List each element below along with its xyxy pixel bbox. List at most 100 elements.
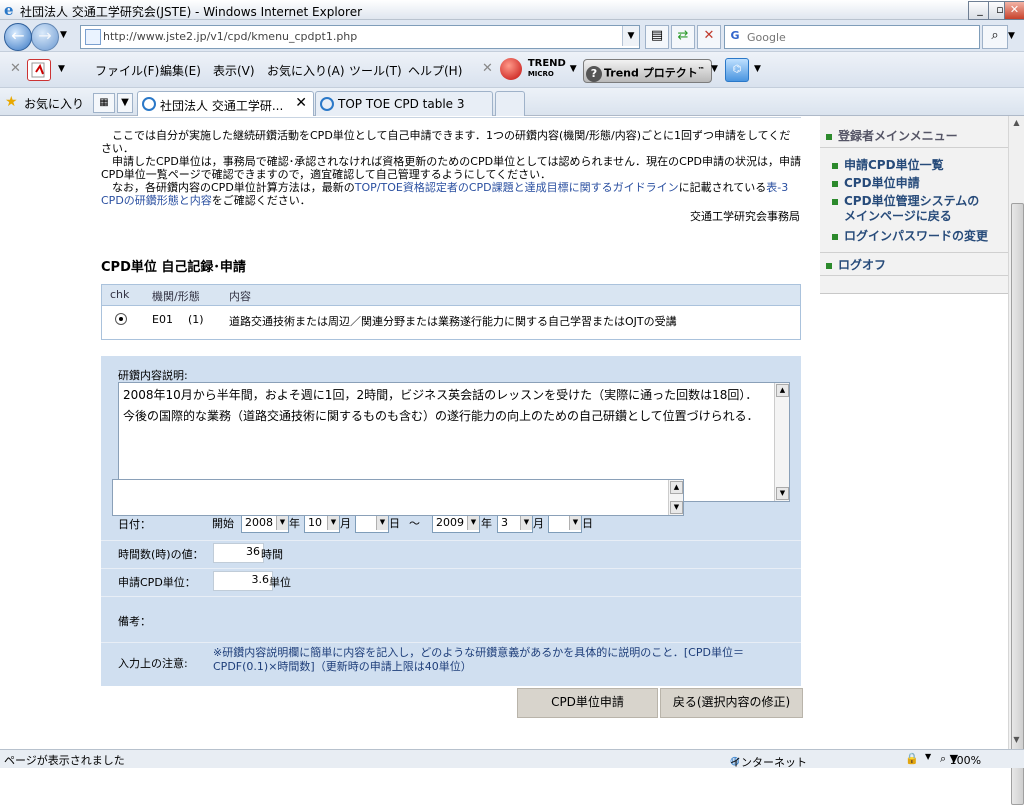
search-input[interactable] — [745, 28, 977, 46]
scroll-down-icon[interactable]: ▼ — [670, 501, 683, 514]
menu-file[interactable]: ファイル(F) — [95, 62, 159, 79]
sidebar-item-cpd-list[interactable]: 申請CPD単位一覧 — [832, 158, 944, 173]
menu-tools[interactable]: ツール(T) — [349, 62, 402, 79]
menu-favorites[interactable]: お気に入り(A) — [267, 62, 345, 79]
remarks-scrollbar[interactable]: ▲ ▼ — [668, 480, 683, 515]
start-month-select[interactable]: 10 ▼ — [304, 513, 340, 533]
units-input[interactable]: 3.6 — [213, 571, 273, 591]
close-toolbar-icon[interactable]: ✕ — [10, 61, 21, 76]
close-window-button[interactable]: ✕ — [1004, 1, 1024, 20]
start-day-unit: 日 — [389, 517, 400, 530]
desc-scrollbar[interactable]: ▲ ▼ — [774, 383, 789, 501]
end-month-select[interactable]: 3 ▼ — [497, 513, 533, 533]
magnifier-icon: ⌕ — [991, 28, 999, 43]
search-button[interactable]: ⌕ — [982, 25, 1008, 49]
back-button[interactable]: ← — [4, 23, 32, 51]
trend-protect-button[interactable]: ? Trend プロテクト™ — [583, 59, 712, 83]
section-title: CPD単位 自己記録･申請 — [101, 260, 246, 275]
logoff-link[interactable]: ログオフ — [826, 258, 886, 273]
divider — [101, 540, 801, 541]
tab-top-toe[interactable]: TOP TOE CPD table 3 — [315, 91, 493, 116]
back-to-edit-button[interactable]: 戻る(選択内容の修正) — [660, 688, 803, 718]
chevron-down-icon: ▼ — [276, 514, 288, 530]
selection-table: chk 機関/形態 内容 E01 (1) 道路交通技術または周辺／関連分野または… — [101, 284, 801, 340]
scroll-down-icon[interactable]: ▼ — [776, 487, 789, 500]
chevron-down-icon: ▼ — [327, 514, 339, 530]
pdf-icon[interactable] — [27, 59, 51, 81]
zoom-control[interactable]: ⌕ 100% ▼ — [940, 752, 981, 767]
new-tab-button[interactable] — [495, 91, 525, 116]
remarks-textarea[interactable]: ▲ ▼ — [112, 479, 684, 516]
scroll-up-icon[interactable]: ▲ — [1011, 118, 1022, 130]
divider — [101, 568, 801, 569]
start-label: 開始 — [212, 517, 234, 530]
protected-dropdown-icon[interactable]: ▼ — [925, 752, 931, 761]
quick-tabs-button[interactable]: ▦ — [93, 93, 115, 113]
sidebar-item-label: ログインパスワードの変更 — [844, 229, 989, 243]
table-header: chk 機関/形態 内容 — [102, 285, 800, 306]
menu-help[interactable]: ヘルプ(H) — [408, 62, 462, 79]
guideline-link[interactable]: TOP/TOE資格認定者のCPD課題と達成目標に関するガイドライン — [355, 181, 679, 194]
intro-text: ここでは自分が実施した継続研鑽活動をCPD単位として自己申請できます．1つの研鑽… — [101, 129, 801, 207]
back-arrow-icon: ← — [11, 26, 25, 45]
favorites-star-icon[interactable]: ★ — [5, 94, 18, 110]
menu-view[interactable]: 表示(V) — [213, 62, 255, 79]
menu-edit[interactable]: 編集(E) — [160, 62, 201, 79]
trend-micro-logo: TREND MICRO ▼ — [500, 58, 577, 82]
google-icon: G — [730, 29, 740, 42]
end-month-unit: 月 — [533, 517, 544, 530]
scroll-thumb[interactable] — [1011, 203, 1024, 805]
start-day-select[interactable]: ▼ — [355, 513, 389, 533]
close-trend-toolbar-icon[interactable]: ✕ — [482, 61, 493, 76]
favorites-bar: ★ お気に入り ▦ ▼ 社団法人 交通工学研... ✕ TOP TOE CPD … — [0, 88, 1024, 116]
square-bullet-icon — [832, 180, 838, 187]
note-text-line-2: CPDF(0.1)×時間数]（更新時の申請上限は40単位） — [213, 660, 472, 673]
pdf-dropdown-icon[interactable]: ▼ — [58, 64, 65, 74]
sidebar-item-label: CPD単位管理システムの — [844, 194, 980, 208]
scroll-up-icon[interactable]: ▲ — [776, 384, 789, 397]
wifi-dropdown-icon[interactable]: ▼ — [754, 64, 761, 74]
trend-ball-icon — [500, 58, 522, 80]
trend-protect-dropdown-icon[interactable]: ▼ — [711, 64, 718, 74]
tab-jste[interactable]: 社団法人 交通工学研... ✕ — [137, 91, 314, 116]
compatibility-view-button[interactable]: ▤ — [645, 25, 669, 49]
refresh-button[interactable]: ⇄ — [671, 25, 695, 49]
row-radio[interactable] — [115, 313, 127, 325]
wifi-icon[interactable]: ⌬ — [725, 58, 749, 82]
office-signature: 交通工学研究会事務局 — [690, 210, 800, 223]
hours-input[interactable]: 36 — [213, 543, 264, 563]
start-year-select[interactable]: 2008 ▼ — [241, 513, 289, 533]
square-bullet-icon — [832, 198, 838, 205]
cut-off-header — [101, 116, 801, 118]
sidebar-item-cpd-apply[interactable]: CPD単位申請 — [832, 176, 920, 191]
history-dropdown-icon[interactable]: ▼ — [60, 30, 67, 40]
trend-dropdown-icon[interactable]: ▼ — [570, 64, 577, 74]
search-options-icon[interactable]: ▼ — [1008, 31, 1015, 41]
scroll-down-icon[interactable]: ▼ — [1011, 735, 1022, 747]
status-message: ページが表示されました — [4, 754, 125, 767]
square-bullet-icon — [832, 162, 838, 169]
scroll-up-icon[interactable]: ▲ — [670, 481, 683, 494]
quick-tabs-icon: ▦ — [99, 97, 109, 108]
forward-button[interactable]: → — [31, 23, 59, 51]
favorites-label[interactable]: お気に入り — [24, 95, 84, 112]
units-label: 申請CPD単位： — [118, 576, 196, 589]
page-icon — [85, 29, 101, 45]
sidebar-item-main-page[interactable]: CPD単位管理システムの メインページに戻る — [832, 194, 979, 224]
hours-unit: 時間 — [261, 548, 283, 561]
search-box[interactable]: G — [724, 25, 980, 49]
address-dropdown-icon[interactable]: ▼ — [622, 26, 639, 46]
tab-list-button[interactable]: ▼ — [117, 93, 133, 113]
address-bar[interactable]: http://www.jste2.jp/v1/cpd/kmenu_cpdpt1.… — [80, 25, 640, 49]
protected-mode-icon[interactable]: 🔒 — [905, 752, 919, 765]
trend-logo-text: TREND — [527, 58, 566, 69]
page-scrollbar[interactable]: ▲ ▼ — [1008, 116, 1024, 805]
logoff-label: ログオフ — [838, 258, 887, 272]
sidebar-item-password[interactable]: ログインパスワードの変更 — [832, 229, 988, 244]
end-year-select[interactable]: 2009 ▼ — [432, 513, 480, 533]
stop-button[interactable]: ✕ — [697, 25, 721, 49]
cpd-submit-button[interactable]: CPD単位申請 — [517, 688, 658, 718]
end-day-select[interactable]: ▼ — [548, 513, 582, 533]
svg-text:e: e — [4, 2, 14, 17]
tab-close-icon[interactable]: ✕ — [295, 95, 307, 111]
